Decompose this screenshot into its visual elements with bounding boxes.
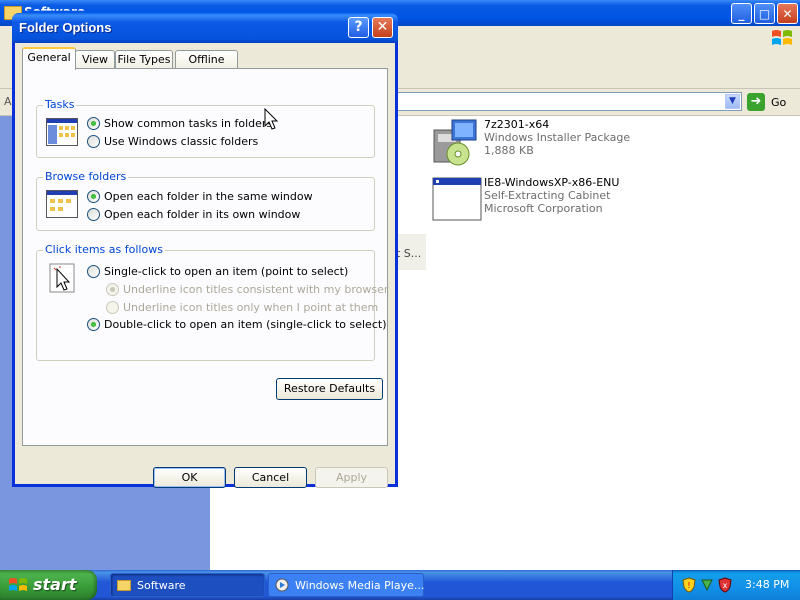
- close-button[interactable]: ✕: [372, 17, 393, 38]
- tab-general[interactable]: General: [22, 47, 76, 70]
- file-company: Microsoft Corporation: [484, 202, 603, 215]
- option-label: Open each folder in the same window: [104, 190, 313, 203]
- tab-file-types[interactable]: File Types: [115, 50, 173, 69]
- file-text: 7z2301-x64 Windows Installer Package 1,8…: [484, 118, 630, 157]
- taskbar-item-media-player[interactable]: Windows Media Playe...: [268, 573, 424, 597]
- svg-text:x: x: [723, 581, 728, 590]
- svg-text:!: !: [687, 581, 690, 590]
- file-text: IE8-WindowsXP-x86-ENU Self-Extracting Ca…: [484, 176, 619, 215]
- group-title: Click items as follows: [43, 243, 165, 256]
- task-label: Windows Media Playe...: [295, 579, 425, 592]
- file-type: Self-Extracting Cabinet: [484, 189, 611, 202]
- partially-hidden-file-label: t S...: [396, 247, 422, 260]
- option-label: Open each folder in its own window: [104, 208, 301, 221]
- option-label: Show common tasks in folders: [104, 117, 273, 130]
- dialog-body: General View File Types Offline Files Ta…: [15, 43, 395, 488]
- file-type: Windows Installer Package: [484, 131, 631, 144]
- option-label: Double-click to open an item (single-cli…: [104, 318, 387, 331]
- application-window-icon: [432, 177, 482, 221]
- group-title: Browse folders: [43, 170, 129, 183]
- file-name: 7z2301-x64: [484, 118, 550, 131]
- tab-offline-files[interactable]: Offline Files: [175, 50, 238, 83]
- go-arrow-icon: ➜: [747, 93, 765, 111]
- security-shield-icon[interactable]: !: [681, 577, 697, 593]
- restore-defaults-button[interactable]: Restore Defaults: [276, 378, 383, 400]
- option-label: Underline icon titles consistent with my…: [123, 283, 389, 296]
- file-item[interactable]: IE8-WindowsXP-x86-ENU Self-Extracting Ca…: [432, 176, 632, 226]
- option-label: Single-click to open an item (point to s…: [104, 265, 349, 278]
- folder-icon: [117, 580, 131, 591]
- dialog-title-bar[interactable]: Folder Options ? ✕: [12, 13, 398, 43]
- radio-button[interactable]: [87, 208, 100, 221]
- radio-button[interactable]: [87, 190, 100, 203]
- radio-button[interactable]: [87, 265, 100, 278]
- system-tray: ! x 3:48 PM: [672, 570, 800, 600]
- file-item[interactable]: 7z2301-x64 Windows Installer Package 1,8…: [432, 118, 632, 168]
- cancel-button[interactable]: Cancel: [234, 467, 307, 488]
- task-label: Software: [137, 579, 186, 592]
- address-input[interactable]: ▼: [396, 92, 742, 111]
- radio-button[interactable]: [87, 318, 100, 331]
- help-button[interactable]: ?: [348, 17, 369, 38]
- go-label: Go: [771, 96, 787, 109]
- radio-button[interactable]: [106, 301, 119, 314]
- security-center-icon[interactable]: x: [717, 577, 733, 593]
- tasks-group: Tasks Show common tasks in folders Use W…: [36, 98, 375, 158]
- radio-button[interactable]: [87, 135, 100, 148]
- network-icon[interactable]: [699, 577, 715, 593]
- mouse-pointer-icon: [264, 108, 279, 130]
- apply-button[interactable]: Apply: [315, 467, 388, 488]
- browse-folders-picture-icon: [46, 190, 78, 218]
- tab-view[interactable]: View: [75, 50, 115, 69]
- start-label: start: [33, 575, 77, 594]
- file-size: 1,888 KB: [484, 144, 534, 157]
- dialog-title: Folder Options: [19, 20, 112, 35]
- partially-hidden-file-item[interactable]: t S...: [396, 234, 426, 270]
- taskbar: start Software Windows Media Playe... ! …: [0, 570, 800, 600]
- chevron-down-icon[interactable]: ▼: [725, 94, 740, 109]
- pointer-click-picture-icon: [49, 263, 75, 293]
- windows-logo-icon: [772, 30, 792, 45]
- folder-tasks-picture-icon: [46, 118, 78, 146]
- address-label: A: [4, 95, 12, 108]
- option-label: Use Windows classic folders: [104, 135, 259, 148]
- option-label: Underline icon titles only when I point …: [123, 301, 379, 314]
- start-button[interactable]: start: [0, 570, 97, 600]
- taskbar-item-software[interactable]: Software: [110, 573, 265, 597]
- maximize-button[interactable]: □: [754, 3, 775, 24]
- clock: 3:48 PM: [745, 578, 790, 591]
- minimize-button[interactable]: _: [731, 3, 752, 24]
- windows-logo-icon: [9, 578, 27, 591]
- radio-button[interactable]: [87, 117, 100, 130]
- click-items-group: Click items as follows Single-click to o…: [36, 243, 388, 361]
- group-title: Tasks: [43, 98, 77, 111]
- browse-folders-group: Browse folders Open each folder in the s…: [36, 170, 375, 231]
- general-tab-panel: Tasks Show common tasks in folders Use W…: [22, 68, 388, 446]
- installer-package-icon: [433, 119, 477, 166]
- go-button[interactable]: ➜ Go: [747, 92, 797, 112]
- radio-button[interactable]: [106, 283, 119, 296]
- media-player-icon: [275, 578, 289, 592]
- ok-button[interactable]: OK: [153, 467, 226, 488]
- file-name: IE8-WindowsXP-x86-ENU: [484, 176, 620, 189]
- folder-options-dialog: Folder Options ? ✕ General View File Typ…: [12, 13, 398, 488]
- close-button[interactable]: ✕: [777, 3, 798, 24]
